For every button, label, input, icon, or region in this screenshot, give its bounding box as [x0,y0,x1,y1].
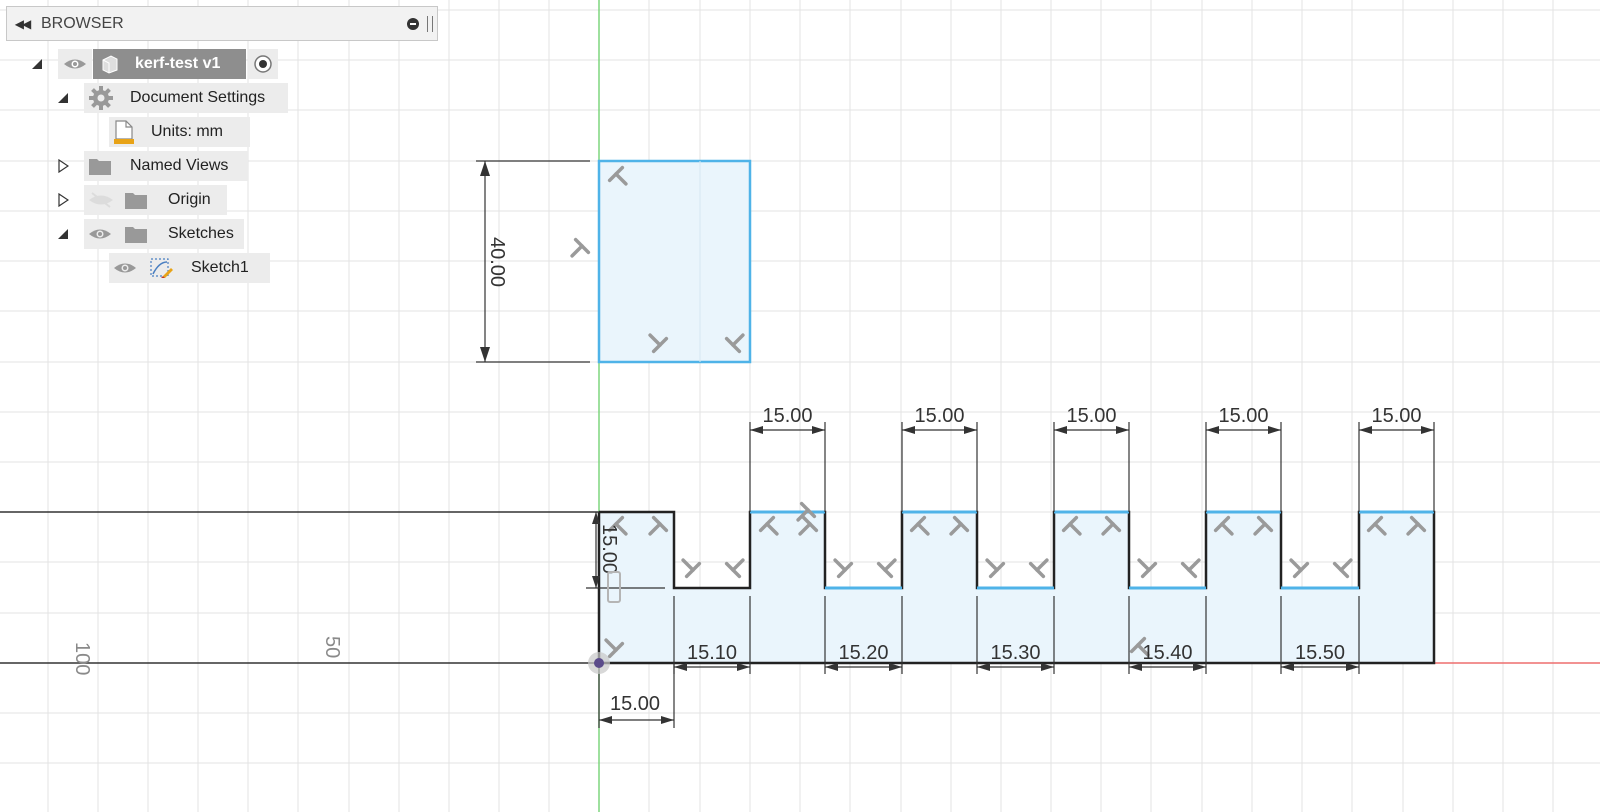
tooth-width-dim-2-arrow-left [902,426,915,434]
eye-icon[interactable] [113,261,137,275]
expanded-triangle-icon[interactable] [30,57,44,71]
collapsed-triangle-icon[interactable] [56,159,70,173]
constraint-glyph [1332,558,1353,579]
first-tooth-arrow-right [661,716,674,724]
tooth-width-dim-2-arrow-right [964,426,977,434]
first-tooth-width-label: 15.00 [610,693,660,715]
tree-item-units[interactable]: Units: mm [0,117,300,147]
constraint-glyph [724,558,745,579]
tree-item-label: Units: mm [151,123,223,140]
tree-item-label: Origin [168,191,211,208]
tooth-width-dim-4-arrow-right [1268,426,1281,434]
document-icon [113,119,135,145]
tooth-width-dim-1-arrow-right [812,426,825,434]
units-pill: Units: mm [109,117,250,147]
sketch-rectangle[interactable] [597,159,752,364]
sketches-pill: Sketches [84,219,244,249]
tooth-width-dim-1-label[interactable]: 15.00 [762,405,812,427]
collapse-browser-icon[interactable]: ◀◀ [7,17,37,31]
dimensions [598,422,1435,728]
tooth-width-dim-4-arrow-left [1206,426,1219,434]
gap-width-dim-1-label[interactable]: 15.10 [687,642,737,664]
browser-title: BROWSER [41,14,124,32]
constraint-glyph [681,558,702,579]
constraint-glyph [985,558,1006,579]
folder-icon [124,190,148,210]
folder-icon [88,156,112,176]
tree-item-label: Sketches [168,225,234,242]
component-icon [99,54,119,74]
tree-item-origin[interactable]: Origin [0,185,300,215]
tree-item-label: Document Settings [130,89,266,106]
tree-item-sketches[interactable]: Sketches [0,219,300,249]
constraint-glyph [1289,558,1310,579]
tooth-width-dim-2-label[interactable]: 15.00 [914,405,964,427]
tree-item-label: Named Views [130,157,229,174]
tooth-width-dim-3-label[interactable]: 15.00 [1066,405,1116,427]
constraint-glyph [833,558,854,579]
sketch-icon [149,256,173,280]
constraint-glyph [876,558,897,579]
rect-height-label: 40.00 [486,237,508,287]
tooth-width-dim-5-arrow-left [1359,426,1372,434]
panel-resize-handle[interactable] [427,15,433,32]
folder-icon [124,224,148,244]
tree-item-label: Sketch1 [191,259,249,276]
tooth-width-dim-3-arrow-left [1054,426,1067,434]
origin-point[interactable] [588,652,610,674]
expanded-triangle-icon[interactable] [56,91,70,105]
ruler-label-50: 50 [321,636,343,658]
tooth-height-label: 15.00 [598,524,620,574]
eye-icon[interactable] [63,57,87,71]
root-component[interactable]: kerf-test v1 [93,49,246,79]
tooth-width-dim-5-arrow-right [1421,426,1434,434]
gap-width-dim-2-label[interactable]: 15.20 [838,642,888,664]
gap-width-dim-5-label[interactable]: 15.50 [1295,642,1345,664]
tree-item-document-settings[interactable]: Document Settings [0,83,300,113]
browser-minimize-icon[interactable] [407,17,419,30]
origin-pill: Origin [84,185,227,215]
gap-width-dim-4-label[interactable]: 15.40 [1142,642,1192,664]
gap-width-dim-3-label[interactable]: 15.30 [990,642,1040,664]
document-settings-pill: Document Settings [84,83,288,113]
constraint-glyph [570,237,591,258]
constraint-glyph [1028,558,1049,579]
tree-item-named-views[interactable]: Named Views [0,151,300,181]
named-views-pill: Named Views [84,151,248,181]
activate-radio-icon[interactable] [253,54,273,74]
tree-item-sketch1[interactable]: Sketch1 [0,253,300,283]
tooth-width-dim-1-arrow-left [750,426,763,434]
tooth-width-dim-5-label[interactable]: 15.00 [1371,405,1421,427]
ruler-label-100: 100 [71,642,93,675]
gear-icon [88,85,114,111]
collapsed-triangle-icon[interactable] [56,193,70,207]
first-tooth-arrow-left [599,716,612,724]
tooth-width-dim-4-label[interactable]: 15.00 [1218,405,1268,427]
constraint-glyph [1137,558,1158,579]
eye-hidden-icon[interactable] [88,191,114,209]
expanded-triangle-icon[interactable] [56,227,70,241]
kerf-profile[interactable] [597,510,1436,665]
root-visibility[interactable] [58,49,92,79]
tooth-width-dim-3-arrow-right [1116,426,1129,434]
sketch1-pill: Sketch1 [109,253,270,283]
eye-icon[interactable] [88,227,112,241]
activate-component[interactable] [248,49,278,79]
tree-item-root[interactable]: kerf-test v1 [0,49,300,79]
tree-item-label: kerf-test v1 [135,55,221,72]
browser-header: ◀◀ BROWSER [6,6,438,41]
